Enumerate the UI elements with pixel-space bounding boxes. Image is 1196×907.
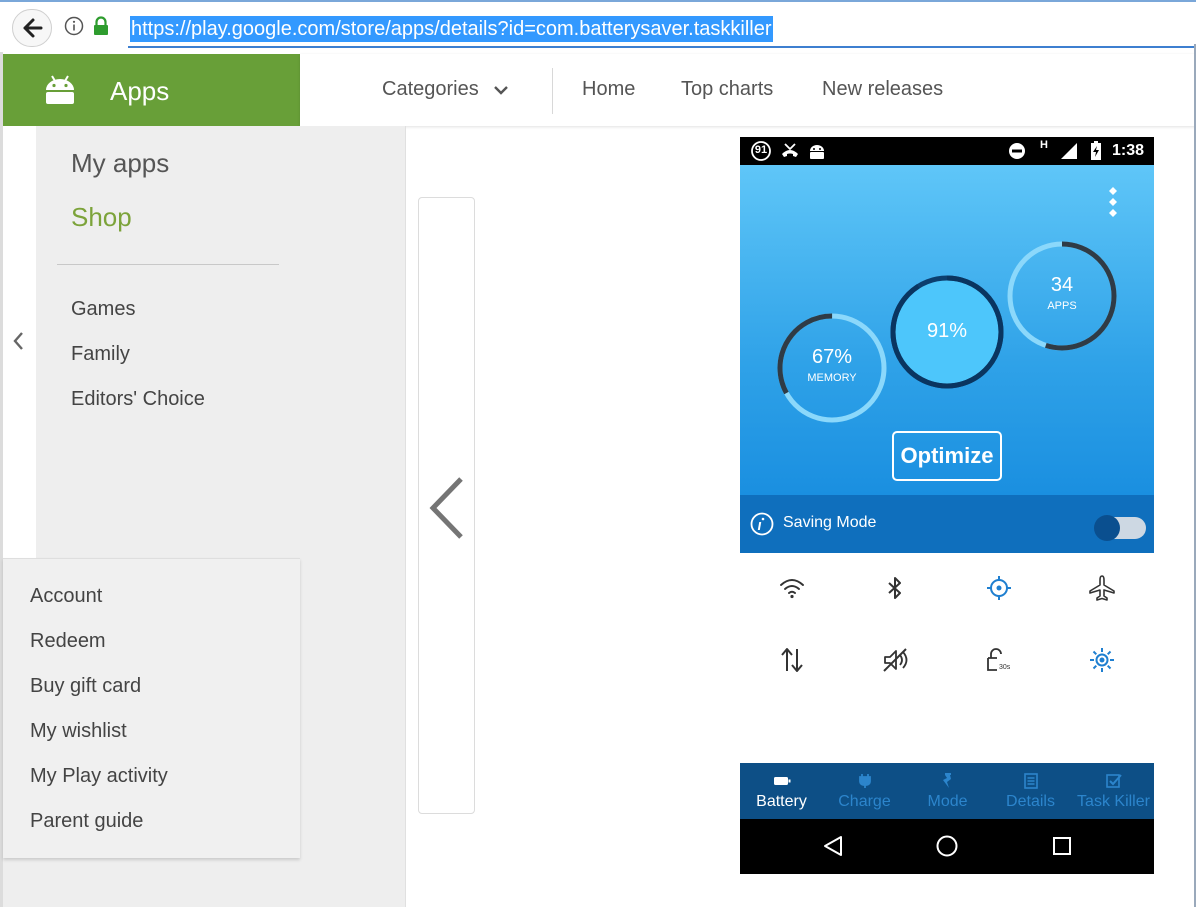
list-icon (1024, 773, 1038, 789)
content-left-margin (300, 126, 406, 907)
battery-gauge: 91% (893, 278, 1001, 386)
wifi-icon[interactable] (777, 573, 807, 603)
airplane-icon[interactable] (1087, 573, 1117, 603)
apps-gauge: 34 APPS (1010, 244, 1114, 348)
tab-charge[interactable]: Charge (823, 763, 906, 819)
sidebar-shop[interactable]: Shop (71, 202, 132, 233)
tab-label: Task Killer (1077, 793, 1150, 810)
network-type: H (1040, 139, 1048, 151)
back-arrow-icon (23, 18, 43, 38)
chevron-down-icon (494, 85, 509, 95)
info-icon[interactable] (64, 16, 84, 36)
battery-value: 91% (926, 320, 968, 342)
memory-value: 67% (811, 346, 853, 368)
sidebar-editors-choice[interactable]: Editors' Choice (71, 388, 205, 411)
nav-home-icon[interactable] (936, 835, 958, 857)
saving-mode-bar: Saving Mode (740, 495, 1154, 553)
data-icon[interactable] (777, 645, 807, 675)
memory-gauge: 67% MEMORY (780, 316, 884, 420)
android-status-bar: 91 H 1:38 (740, 137, 1154, 165)
sidebar-games[interactable]: Games (71, 298, 135, 321)
battery-dashboard: 67% MEMORY 91% 34 APPS Optimize (740, 165, 1154, 495)
tab-label: Details (1006, 793, 1055, 810)
optimize-button[interactable]: Optimize (892, 431, 1002, 481)
account-link[interactable]: Account (30, 585, 102, 608)
tab-mode[interactable]: Mode (906, 763, 989, 819)
screen-timeout-label: 30s (999, 664, 1011, 671)
quick-settings-grid: 30s (740, 553, 1154, 763)
info-icon[interactable] (750, 512, 774, 536)
missed-call-icon (782, 143, 798, 157)
sidebar-bottom-fill (3, 858, 300, 907)
tab-label: Battery (756, 793, 807, 810)
lock-icon[interactable] (92, 16, 110, 36)
apps-title: Apps (110, 76, 170, 106)
sound-off-icon[interactable] (880, 645, 910, 675)
categories-dropdown[interactable]: Categories (382, 78, 509, 101)
do-not-disturb-icon (1009, 143, 1025, 159)
url-text: https://play.google.com/store/apps/detai… (130, 16, 773, 42)
nav-top-charts[interactable]: Top charts (681, 78, 773, 101)
battery-status-icon (1091, 141, 1101, 160)
android-nav-bar (740, 819, 1154, 874)
sidebar-collapse-gutter[interactable] (3, 126, 36, 558)
sidebar-my-apps[interactable]: My apps (71, 148, 169, 179)
brightness-icon[interactable] (1087, 645, 1117, 675)
check-icon (1106, 774, 1122, 788)
tab-label: Mode (927, 793, 968, 810)
tab-task-killer[interactable]: Task Killer (1072, 763, 1154, 819)
nav-separator (552, 68, 553, 114)
nav-home[interactable]: Home (582, 78, 635, 101)
tab-battery[interactable]: Battery (740, 763, 823, 819)
carousel-prev-icon[interactable] (427, 475, 467, 541)
app-screenshot[interactable]: 91 H 1:38 67% MEMORY 91% 34 APPS Optimiz… (740, 137, 1154, 874)
sidebar-divider (57, 264, 279, 265)
notification-badge-text: 91 (754, 144, 768, 156)
tab-label: Charge (838, 793, 891, 810)
bluetooth-icon[interactable] (880, 573, 910, 603)
parent-guide-link[interactable]: Parent guide (30, 810, 143, 833)
status-time: 1:38 (1111, 142, 1144, 159)
top-nav: Categories Home Top charts New releases (300, 54, 1196, 126)
sidebar: My apps Shop Games Family Editors' Choic… (36, 126, 300, 558)
redeem-link[interactable]: Redeem (30, 630, 106, 653)
address-bar: https://play.google.com/store/apps/detai… (0, 0, 1196, 52)
saving-mode-toggle-knob[interactable] (1094, 515, 1120, 541)
app-bottom-tabs: Battery Charge Mode Details Task Killer (740, 763, 1154, 819)
sidebar-family[interactable]: Family (71, 343, 130, 366)
bolt-icon (943, 773, 951, 788)
battery-icon (774, 777, 791, 785)
memory-label: MEMORY (807, 372, 857, 384)
android-robot-icon (810, 145, 824, 159)
tab-details[interactable]: Details (989, 763, 1072, 819)
gps-icon[interactable] (984, 573, 1014, 603)
buy-gift-card-link[interactable]: Buy gift card (30, 675, 141, 698)
chevron-left-icon[interactable] (11, 330, 25, 352)
signal-icon (1061, 143, 1077, 159)
url-field[interactable]: https://play.google.com/store/apps/detai… (128, 10, 1196, 48)
nav-new-releases[interactable]: New releases (822, 78, 943, 101)
nav-recents-icon[interactable] (1052, 836, 1072, 856)
saving-mode-label: Saving Mode (783, 514, 877, 531)
back-button[interactable] (12, 9, 52, 47)
apps-label: APPS (1047, 300, 1077, 312)
apps-section-tab[interactable]: Apps (3, 54, 300, 126)
android-icon (46, 75, 74, 104)
my-play-activity-link[interactable]: My Play activity (30, 765, 168, 788)
categories-label: Categories (382, 78, 479, 100)
account-menu: Account Redeem Buy gift card My wishlist… (3, 558, 300, 858)
nav-back-icon[interactable] (822, 835, 844, 857)
my-wishlist-link[interactable]: My wishlist (30, 720, 127, 743)
plug-icon (859, 774, 871, 788)
apps-value: 34 (1050, 274, 1074, 296)
